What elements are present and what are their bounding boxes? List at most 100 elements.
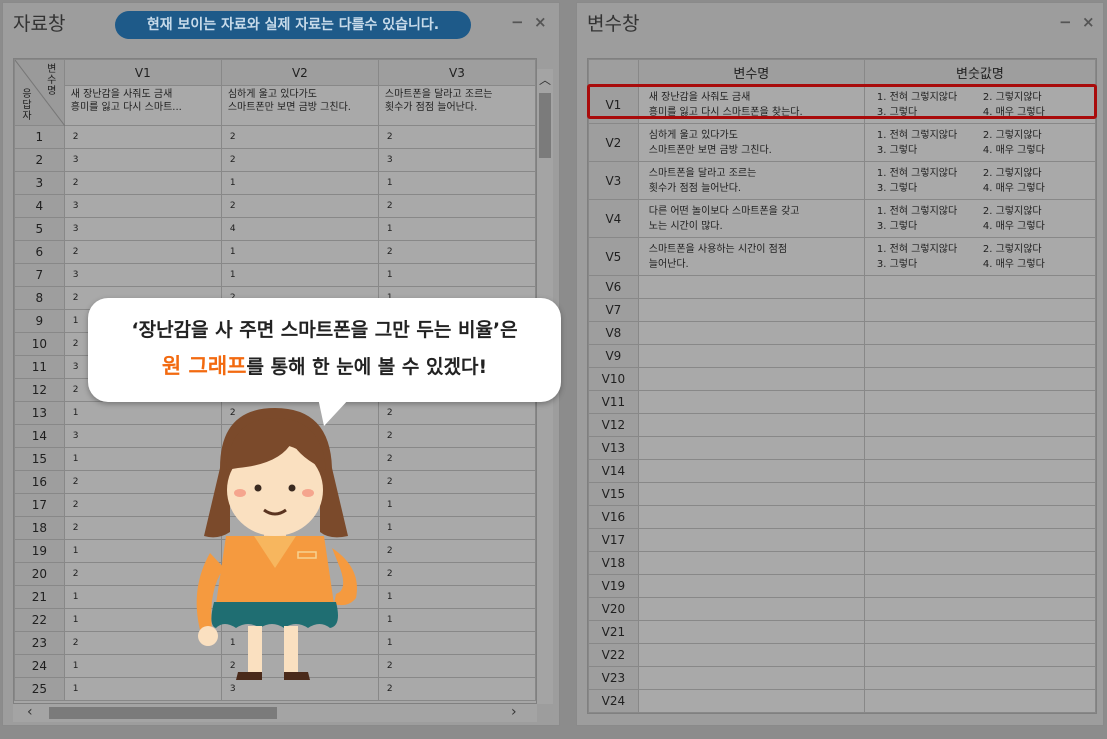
row-number[interactable]: 1 (14, 125, 65, 149)
col-header-v3[interactable]: V3 (377, 59, 536, 86)
variable-row[interactable]: V19 (588, 574, 1096, 598)
variable-label[interactable]: 다른 어떤 놀이보다 스마트폰을 갖고 노는 시간이 많다. (637, 199, 865, 238)
cell-v3[interactable]: 1 (377, 585, 536, 609)
row-number[interactable]: 22 (14, 608, 65, 632)
variable-label[interactable] (637, 275, 865, 299)
cell-v1[interactable]: 2 (63, 240, 222, 264)
row-number[interactable]: 7 (14, 263, 65, 287)
minimize-icon[interactable]: − (1059, 13, 1072, 31)
cell-v2[interactable]: 2 (220, 125, 379, 149)
variable-row[interactable]: V5 스마트폰을 사용하는 시간이 점점 늘어난다. 1. 전혀 그렇지않다 2. 그렇… (588, 237, 1096, 276)
row-number[interactable]: 4 (14, 194, 65, 218)
variable-row[interactable]: V10 (588, 367, 1096, 391)
variable-name[interactable]: V23 (588, 666, 639, 690)
cell-v3[interactable]: 2 (377, 539, 536, 563)
row-number[interactable]: 21 (14, 585, 65, 609)
row-number[interactable]: 12 (14, 378, 65, 402)
cell-v1[interactable]: 2 (63, 125, 222, 149)
cell-v3[interactable]: 3 (377, 148, 536, 172)
variable-name[interactable]: V16 (588, 505, 639, 529)
variable-value-labels[interactable]: 1. 전혀 그렇지않다 2. 그렇지않다 3. 그렇다 4. 매우 그렇다 (863, 199, 1096, 238)
variable-label[interactable] (637, 482, 865, 506)
variable-row[interactable]: V20 (588, 597, 1096, 621)
scroll-up-icon[interactable]: ︿ (539, 71, 551, 88)
variable-label[interactable] (637, 390, 865, 414)
variable-row[interactable]: V8 (588, 321, 1096, 345)
variable-row[interactable]: V3 스마트폰을 달라고 조르는 횟수가 점점 늘어난다. 1. 전혀 그렇지않다 2.… (588, 161, 1096, 200)
close-icon[interactable]: × (1082, 13, 1095, 31)
row-number[interactable]: 25 (14, 677, 65, 701)
variable-label[interactable] (637, 597, 865, 621)
variable-row[interactable]: V13 (588, 436, 1096, 460)
row-number[interactable]: 19 (14, 539, 65, 563)
variable-name[interactable]: V7 (588, 298, 639, 322)
horizontal-scroll-thumb[interactable] (49, 707, 277, 719)
cell-v3[interactable]: 2 (377, 654, 536, 678)
cell-v3[interactable]: 2 (377, 562, 536, 586)
variable-value-labels[interactable] (863, 321, 1096, 345)
variable-value-labels[interactable] (863, 459, 1096, 483)
variable-row[interactable]: V14 (588, 459, 1096, 483)
row-number[interactable]: 5 (14, 217, 65, 241)
variable-value-labels[interactable] (863, 528, 1096, 552)
close-icon[interactable]: × (534, 13, 547, 31)
cell-v1[interactable]: 3 (63, 217, 222, 241)
variable-label[interactable] (637, 367, 865, 391)
row-number[interactable]: 18 (14, 516, 65, 540)
cell-v3[interactable]: 2 (377, 125, 536, 149)
cell-v3[interactable]: 2 (377, 447, 536, 471)
variable-value-labels[interactable] (863, 643, 1096, 667)
row-number[interactable]: 9 (14, 309, 65, 333)
table-row[interactable]: 4322 (14, 194, 536, 218)
variable-name[interactable]: V13 (588, 436, 639, 460)
variable-label[interactable] (637, 574, 865, 598)
scroll-right-icon[interactable]: › (511, 704, 517, 720)
variable-value-labels[interactable] (863, 574, 1096, 598)
cell-v3[interactable]: 2 (377, 401, 536, 425)
variable-value-labels[interactable] (863, 597, 1096, 621)
cell-v2[interactable]: 2 (220, 148, 379, 172)
variable-label[interactable] (637, 689, 865, 713)
cell-v3[interactable]: 2 (377, 194, 536, 218)
variable-value-labels[interactable] (863, 413, 1096, 437)
col-header-v1[interactable]: V1 (63, 59, 222, 86)
row-number[interactable]: 11 (14, 355, 65, 379)
row-number[interactable]: 6 (14, 240, 65, 264)
cell-v2[interactable]: 1 (220, 263, 379, 287)
table-row[interactable]: 1222 (14, 125, 536, 149)
variable-label[interactable] (637, 298, 865, 322)
variable-value-labels[interactable] (863, 390, 1096, 414)
row-number[interactable]: 8 (14, 286, 65, 310)
variable-row[interactable]: V24 (588, 689, 1096, 713)
variable-value-labels[interactable] (863, 275, 1096, 299)
variable-row[interactable]: V4 다른 어떤 놀이보다 스마트폰을 갖고 노는 시간이 많다. 1. 전혀 그렇지… (588, 199, 1096, 238)
variable-row[interactable]: V22 (588, 643, 1096, 667)
variable-row[interactable]: V9 (588, 344, 1096, 368)
variable-row[interactable]: V21 (588, 620, 1096, 644)
variable-name[interactable]: V9 (588, 344, 639, 368)
cell-v2[interactable]: 1 (220, 240, 379, 264)
variable-name[interactable]: V8 (588, 321, 639, 345)
variable-row[interactable]: V18 (588, 551, 1096, 575)
variable-value-labels[interactable] (863, 482, 1096, 506)
variable-label[interactable] (637, 413, 865, 437)
variable-row[interactable]: V6 (588, 275, 1096, 299)
variable-label[interactable]: 심하게 울고 있다가도 스마트폰만 보면 금방 그친다. (637, 123, 865, 162)
cell-v2[interactable]: 1 (220, 171, 379, 195)
variable-row[interactable]: V15 (588, 482, 1096, 506)
variable-value-labels[interactable] (863, 505, 1096, 529)
cell-v2[interactable]: 2 (220, 194, 379, 218)
variable-name[interactable]: V5 (588, 237, 639, 276)
variable-value-labels[interactable]: 1. 전혀 그렇지않다 2. 그렇지않다 3. 그렇다 4. 매우 그렇다 (863, 161, 1096, 200)
variable-value-labels[interactable] (863, 436, 1096, 460)
variable-row[interactable]: V12 (588, 413, 1096, 437)
cell-v1[interactable]: 3 (63, 148, 222, 172)
cell-v2[interactable]: 4 (220, 217, 379, 241)
cell-v3[interactable]: 1 (377, 516, 536, 540)
variable-value-labels[interactable] (863, 298, 1096, 322)
cell-v3[interactable]: 1 (377, 493, 536, 517)
variable-row[interactable]: V23 (588, 666, 1096, 690)
cell-v3[interactable]: 2 (377, 470, 536, 494)
variable-value-labels[interactable] (863, 689, 1096, 713)
variable-row[interactable]: V16 (588, 505, 1096, 529)
